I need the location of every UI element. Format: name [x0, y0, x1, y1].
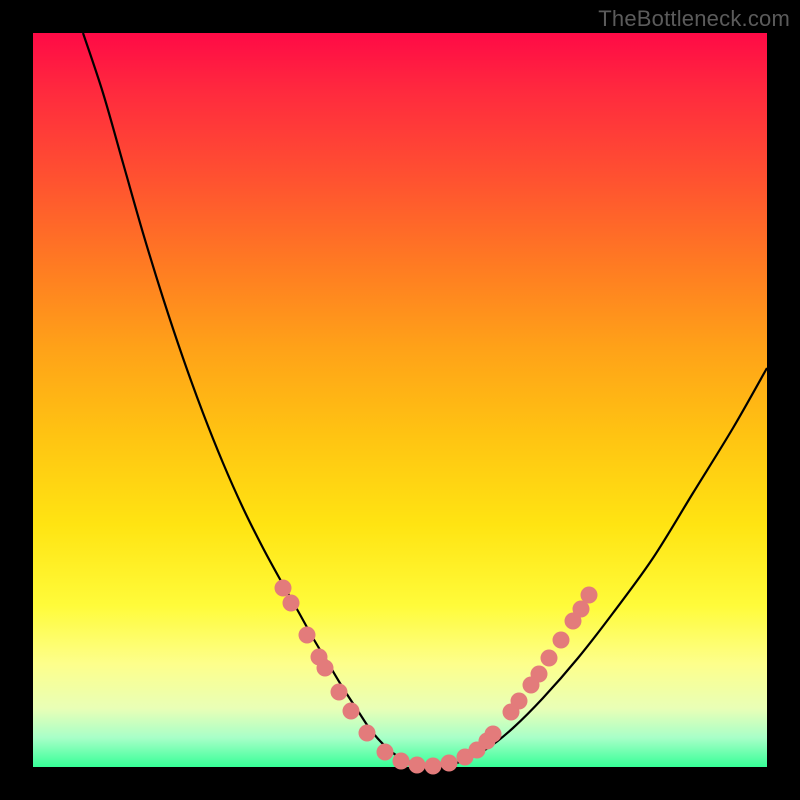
data-dot — [331, 684, 348, 701]
data-dot — [359, 725, 376, 742]
data-dot — [275, 580, 292, 597]
data-dot — [299, 627, 316, 644]
data-dot — [317, 660, 334, 677]
data-dot — [531, 666, 548, 683]
data-dot — [343, 703, 360, 720]
data-dot — [441, 755, 458, 772]
data-dot — [393, 753, 410, 770]
bottleneck-curve — [83, 33, 767, 766]
data-dot — [377, 744, 394, 761]
data-dot — [409, 757, 426, 774]
chart-svg — [33, 33, 767, 767]
data-dot — [485, 726, 502, 743]
data-dot — [511, 693, 528, 710]
chart-root: TheBottleneck.com — [0, 0, 800, 800]
data-dot — [581, 587, 598, 604]
data-dot — [425, 758, 442, 775]
data-dot — [283, 595, 300, 612]
data-dot — [541, 650, 558, 667]
data-dot — [553, 632, 570, 649]
watermark-text: TheBottleneck.com — [598, 6, 790, 32]
data-dots-group — [275, 580, 598, 775]
